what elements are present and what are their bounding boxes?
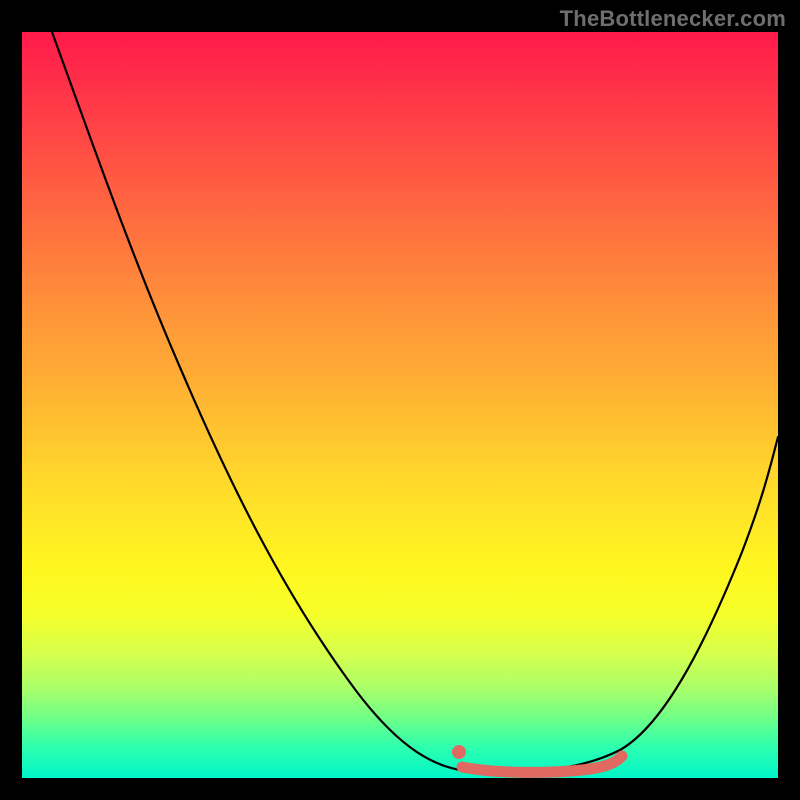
optimal-range-start-dot	[452, 745, 466, 759]
watermark-text: TheBottlenecker.com	[560, 6, 786, 32]
plot-area	[22, 32, 778, 778]
bottleneck-curve	[52, 32, 778, 772]
chart-frame: TheBottlenecker.com	[0, 0, 800, 800]
curve-layer	[22, 32, 778, 778]
